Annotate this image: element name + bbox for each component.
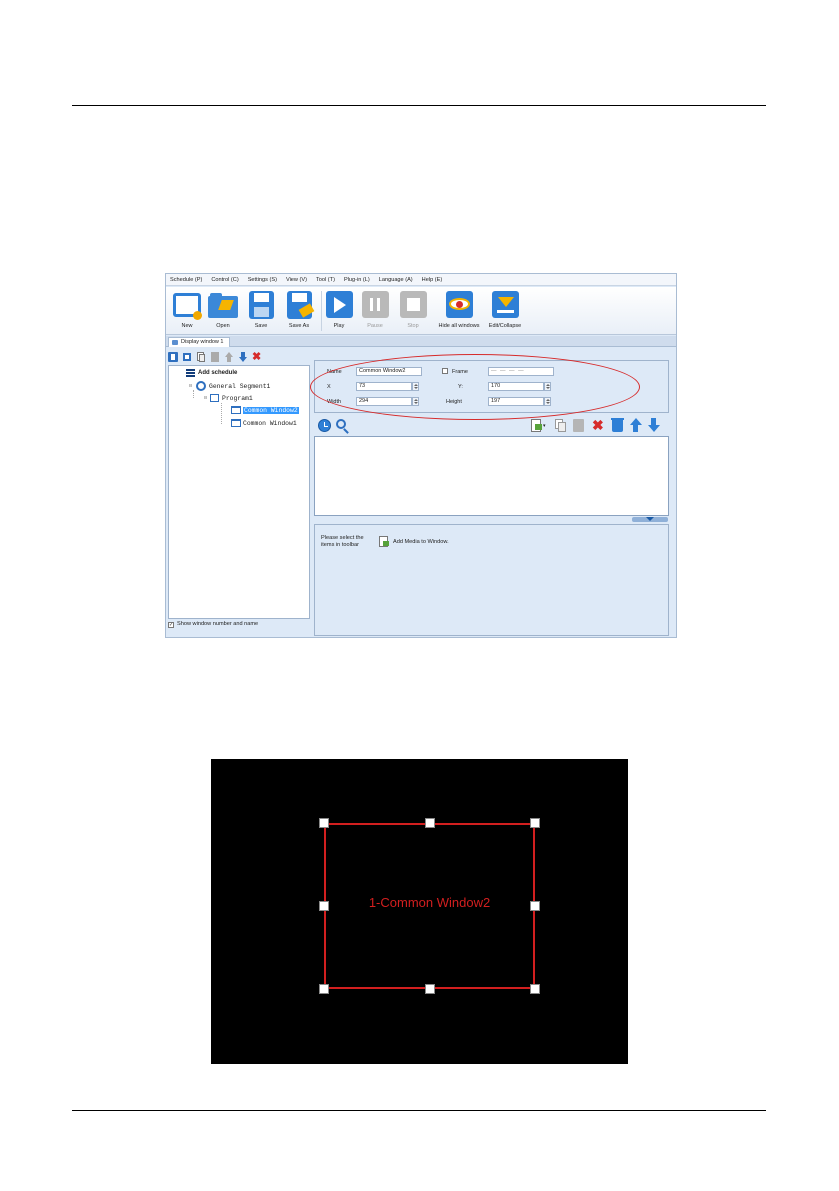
add-media-icon [379, 536, 389, 547]
program-node[interactable]: ⊟ Program1 [204, 394, 253, 402]
window-add-icon[interactable] [182, 352, 192, 362]
header-rule [72, 105, 766, 106]
media-editor-panel: Please select the items in toolbar Add M… [314, 524, 669, 636]
folder-icon [208, 290, 238, 320]
window-node-1[interactable]: Common Window1 [231, 419, 297, 427]
film-icon[interactable] [168, 352, 178, 362]
arrow-down-icon[interactable] [238, 352, 248, 362]
open-button[interactable]: Open [206, 290, 240, 329]
resize-handle-top-left[interactable] [319, 818, 329, 828]
save-as-icon [284, 290, 315, 320]
save-as-button[interactable]: Save As [282, 290, 316, 329]
menu-schedule[interactable]: Schedule (P) [170, 277, 202, 283]
tree-line [221, 403, 222, 424]
new-window-icon [172, 290, 202, 320]
media-list[interactable] [314, 436, 669, 516]
add-media-icon[interactable] [531, 419, 542, 432]
main-toolbar: New Open Save Save As Play Pause Stop Hi… [166, 287, 676, 335]
move-up-icon[interactable] [630, 418, 642, 432]
common-window-2-frame[interactable]: 1-Common Window2 [324, 823, 535, 989]
paste-icon[interactable] [210, 352, 220, 362]
menu-help[interactable]: Help (E) [422, 277, 443, 283]
expand-toggle-icon[interactable]: ⊟ [204, 395, 207, 401]
menu-bar: Schedule (P) Control (C) Settings (S) Vi… [166, 274, 676, 286]
display-preview: 1-Common Window2 [211, 759, 628, 1064]
program-icon [210, 394, 220, 402]
media-toolbar: ▾ ✖ [314, 417, 669, 435]
tab-strip: Display window 1 [166, 336, 676, 347]
segment-node[interactable]: ⊟ General Segment1 [189, 381, 270, 391]
tab-display-window-1[interactable]: Display window 1 [168, 337, 230, 347]
move-down-icon[interactable] [648, 418, 660, 432]
expand-toggle-icon[interactable]: ⊟ [189, 383, 192, 389]
hide-all-windows-button[interactable]: Hide all windows [432, 290, 486, 329]
show-window-number-checkbox[interactable]: ✓ Show window number and name [168, 621, 267, 628]
delete-icon[interactable]: ✖ [592, 417, 604, 433]
delete-icon[interactable]: ✖ [252, 352, 262, 363]
menu-control[interactable]: Control (C) [211, 277, 238, 283]
window-node-2[interactable]: Common Window2 [231, 406, 299, 414]
edit-collapse-button[interactable]: Edit/Collapse [486, 290, 524, 329]
panel-splitter[interactable] [632, 517, 668, 522]
pause-icon [360, 290, 390, 320]
toolbar-separator [321, 291, 322, 331]
dropdown-arrow-icon[interactable]: ▾ [543, 423, 546, 429]
arrow-up-icon[interactable] [224, 352, 234, 362]
highlight-ellipse [310, 354, 640, 420]
menu-language[interactable]: Language (A) [379, 277, 413, 283]
resize-handle-right[interactable] [530, 901, 540, 911]
tree-line [193, 390, 194, 398]
play-icon [324, 290, 354, 320]
hint-text: Please select the items in toolbar [321, 535, 364, 548]
resize-handle-bottom-right[interactable] [530, 984, 540, 994]
pause-button[interactable]: Pause [360, 290, 390, 329]
resize-handle-bottom[interactable] [425, 984, 435, 994]
paste-icon[interactable] [573, 419, 584, 432]
list-icon [186, 369, 195, 377]
clock-icon[interactable] [318, 419, 331, 432]
app-window: Schedule (P) Control (C) Settings (S) Vi… [165, 273, 677, 638]
schedule-tree: Add schedule ⊟ General Segment1 ⊟ Progra… [168, 365, 310, 619]
resize-handle-top[interactable] [425, 818, 435, 828]
copy-icon[interactable] [555, 419, 566, 432]
save-button[interactable]: Save [244, 290, 278, 329]
trash-icon[interactable] [611, 418, 624, 432]
add-schedule-node[interactable]: Add schedule [186, 369, 237, 377]
collapse-icon [490, 290, 520, 320]
schedule-toolbar: ✖ [168, 350, 266, 364]
eye-icon [444, 290, 474, 320]
window-icon [231, 406, 241, 414]
resize-handle-left[interactable] [319, 901, 329, 911]
menu-settings[interactable]: Settings (S) [248, 277, 277, 283]
window-label: 1-Common Window2 [368, 895, 491, 910]
menu-view[interactable]: View (V) [286, 277, 307, 283]
clock-icon [196, 381, 207, 391]
resize-handle-bottom-left[interactable] [319, 984, 329, 994]
stop-icon [398, 290, 428, 320]
add-media-link[interactable]: Add Media to Window. [393, 539, 449, 545]
stop-button[interactable]: Stop [398, 290, 428, 329]
footer-rule [72, 1110, 766, 1111]
new-button[interactable]: New [170, 290, 204, 329]
play-button[interactable]: Play [324, 290, 354, 329]
floppy-disk-icon [246, 290, 276, 320]
resize-handle-top-right[interactable] [530, 818, 540, 828]
menu-plugin[interactable]: Plug-in (L) [344, 277, 370, 283]
copy-icon[interactable] [196, 352, 206, 362]
checkbox-mark: ✓ [168, 622, 174, 628]
menu-tool[interactable]: Tool (T) [316, 277, 335, 283]
search-icon[interactable] [336, 419, 349, 434]
window-icon [231, 419, 241, 427]
